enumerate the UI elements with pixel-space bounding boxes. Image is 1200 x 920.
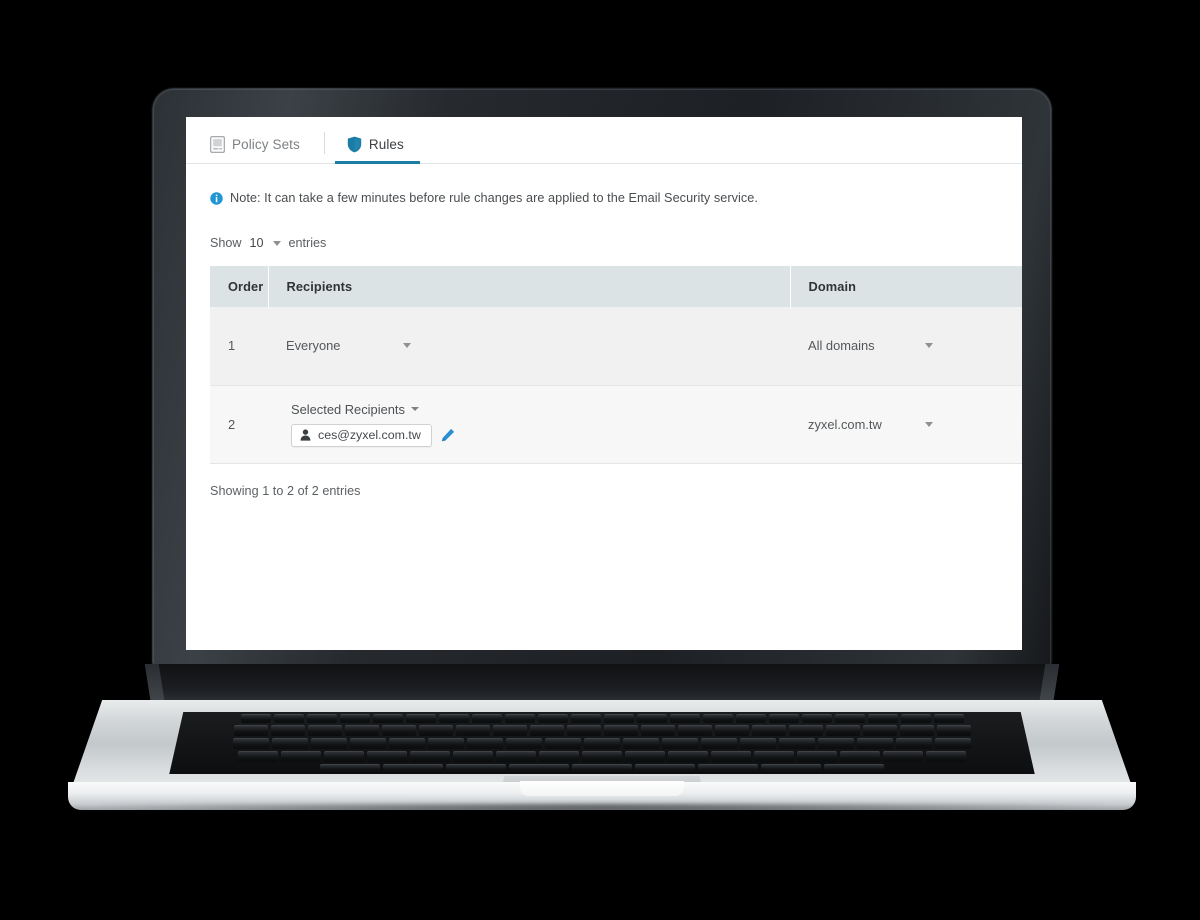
- selected-recipients-group: Selected Recipients ces@zyxel.com.tw: [286, 402, 790, 447]
- note-text: Note: It can take a few minutes before r…: [230, 191, 758, 205]
- cell-domain: All domains: [790, 307, 1022, 386]
- chevron-down-icon: [272, 240, 281, 246]
- laptop-keyboard: [169, 712, 1035, 774]
- user-icon: [300, 429, 311, 441]
- note-banner: Note: It can take a few minutes before r…: [186, 164, 1022, 205]
- tab-rules-label: Rules: [368, 136, 404, 152]
- domain-select-value: zyxel.com.tw: [808, 416, 882, 432]
- cell-recipients: Selected Recipients ces@zyxel.com.tw: [268, 385, 790, 464]
- table-head: Order Recipients Domain: [210, 266, 1022, 307]
- tab-bar: Policy Sets Rules: [186, 117, 1022, 164]
- document-icon: [210, 135, 225, 153]
- screenshot-stage: Policy Sets Rules Note: It can take a fe…: [0, 0, 1200, 920]
- cell-order: 2: [210, 385, 268, 464]
- recipient-chip-label: ces@zyxel.com.tw: [318, 428, 421, 442]
- chevron-down-icon: [410, 407, 419, 411]
- table-body: 1 Everyone All domains 2 Selected Recipi…: [210, 307, 1022, 464]
- recipient-chip[interactable]: ces@zyxel.com.tw: [291, 423, 432, 447]
- recipient-chip-row: ces@zyxel.com.tw: [291, 423, 790, 447]
- info-icon: [210, 191, 223, 205]
- column-header-order[interactable]: Order: [210, 266, 269, 307]
- domain-select[interactable]: All domains: [808, 338, 933, 353]
- rules-table: Order Recipients Domain 1 Everyone All d…: [210, 266, 1022, 464]
- rules-table-wrapper: Order Recipients Domain 1 Everyone All d…: [210, 266, 1022, 464]
- table-length-bar: Show 10 entries: [186, 205, 1022, 250]
- tab-policy-sets[interactable]: Policy Sets: [210, 125, 304, 163]
- tab-rules[interactable]: Rules: [334, 125, 420, 164]
- laptop-hinge: [154, 664, 1050, 706]
- laptop-screen: Policy Sets Rules Note: It can take a fe…: [186, 117, 1022, 650]
- show-label: Show: [210, 236, 242, 250]
- recipients-select[interactable]: Selected Recipients: [291, 402, 419, 417]
- recipients-select[interactable]: Everyone: [286, 338, 411, 353]
- recipients-select-value: Selected Recipients: [291, 401, 405, 417]
- laptop-base: [68, 664, 1136, 820]
- shield-icon: [347, 136, 362, 153]
- chevron-down-icon: [925, 343, 933, 349]
- table-info-text: Showing 1 to 2 of 2 entries: [210, 483, 361, 498]
- cell-recipients: Everyone: [268, 307, 790, 386]
- column-header-domain[interactable]: Domain: [790, 266, 1022, 307]
- cell-order: 1: [210, 307, 268, 386]
- domain-select[interactable]: zyxel.com.tw: [808, 417, 933, 432]
- chevron-down-icon: [925, 421, 933, 427]
- tab-policy-sets-label: Policy Sets: [232, 136, 300, 152]
- pencil-icon[interactable]: [441, 428, 455, 442]
- entries-per-page-select[interactable]: 10: [250, 236, 281, 250]
- table-row: 1 Everyone All domains: [210, 307, 1022, 386]
- entries-label: entries: [288, 236, 327, 250]
- recipients-select-value: Everyone: [286, 338, 341, 354]
- cell-domain: zyxel.com.tw: [790, 385, 1022, 464]
- laptop-front-notch: [520, 781, 684, 796]
- chevron-down-icon: [403, 343, 411, 349]
- table-header-row: Order Recipients Domain: [210, 266, 1022, 307]
- app-window: Policy Sets Rules Note: It can take a fe…: [186, 117, 1022, 650]
- column-header-recipients[interactable]: Recipients: [268, 266, 791, 307]
- tab-separator: [323, 132, 325, 154]
- entries-per-page-value: 10: [249, 236, 264, 250]
- domain-select-value: All domains: [808, 338, 875, 354]
- laptop-shadow: [98, 804, 1106, 820]
- table-row: 2 Selected Recipients ces@zyxel.com.tw z…: [210, 385, 1022, 464]
